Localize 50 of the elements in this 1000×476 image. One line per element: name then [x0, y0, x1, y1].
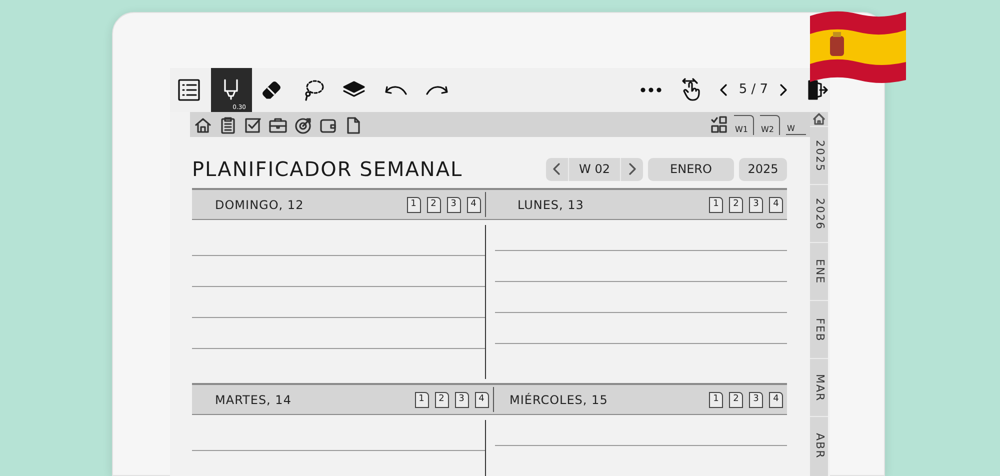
page-icon[interactable] — [344, 116, 362, 134]
side-tab[interactable]: 2025 — [810, 126, 828, 184]
side-tab[interactable]: ABR — [810, 416, 828, 474]
note-page-button[interactable]: 3 — [749, 392, 763, 408]
previous-icon[interactable] — [718, 83, 729, 97]
year-button[interactable]: 2025 — [739, 158, 787, 180]
note-page-button[interactable]: 3 — [454, 392, 468, 408]
undo-icon — [384, 84, 408, 96]
note-page-button[interactable]: 4 — [769, 392, 783, 408]
next-icon[interactable] — [778, 83, 788, 97]
week-label: W 02 — [568, 158, 621, 180]
day-label: MIÉRCOLES, 15 — [510, 392, 609, 408]
note-page-button[interactable]: 2 — [729, 196, 743, 212]
planner-title: PLANIFICADOR SEMANAL — [192, 156, 464, 183]
exit-icon[interactable] — [806, 79, 828, 101]
briefcase-icon[interactable] — [269, 116, 287, 134]
note-page-button[interactable]: 2 — [729, 392, 743, 408]
note-page-button[interactable]: 4 — [474, 392, 488, 408]
note-page-button[interactable]: 4 — [769, 196, 783, 212]
note-page-button[interactable]: 4 — [466, 196, 480, 212]
week-page-button[interactable]: W2 — [760, 114, 780, 134]
note-page-button[interactable]: 1 — [709, 392, 723, 408]
week-page-button[interactable]: W1 — [734, 114, 754, 134]
day-label: LUNES, 13 — [518, 196, 585, 214]
home-icon[interactable] — [194, 116, 212, 134]
side-tab[interactable]: 2026 — [810, 184, 828, 242]
note-page-button[interactable]: 1 — [414, 392, 428, 408]
flag-icon — [810, 10, 906, 84]
clipboard-icon[interactable] — [219, 116, 237, 134]
week-review-button[interactable]: W — [786, 114, 806, 134]
grid-icon[interactable] — [710, 116, 728, 134]
day-label: MARTES, 14 — [215, 392, 292, 408]
note-page-button[interactable]: 3 — [446, 196, 460, 212]
note-page-button[interactable]: 3 — [749, 196, 763, 212]
note-page-button[interactable]: 1 — [709, 196, 723, 212]
target-icon[interactable] — [294, 116, 312, 134]
page-indicator: 5 / 7 — [738, 81, 768, 100]
note-page-button[interactable]: 2 — [426, 196, 440, 212]
list-icon[interactable] — [178, 79, 200, 101]
side-tab[interactable]: ENE — [810, 242, 828, 300]
redo-icon — [424, 84, 448, 96]
more-icon[interactable] — [640, 87, 662, 93]
side-tab[interactable]: FEB — [810, 300, 828, 358]
month-button[interactable]: ENERO — [648, 158, 734, 180]
home-icon[interactable] — [812, 112, 826, 126]
note-page-button[interactable]: 1 — [406, 196, 420, 212]
side-tab[interactable]: MAR — [810, 358, 828, 416]
day-label: DOMINGO, 12 — [215, 196, 305, 214]
checkbox-icon[interactable] — [244, 116, 262, 134]
note-page-button[interactable]: 2 — [434, 392, 448, 408]
